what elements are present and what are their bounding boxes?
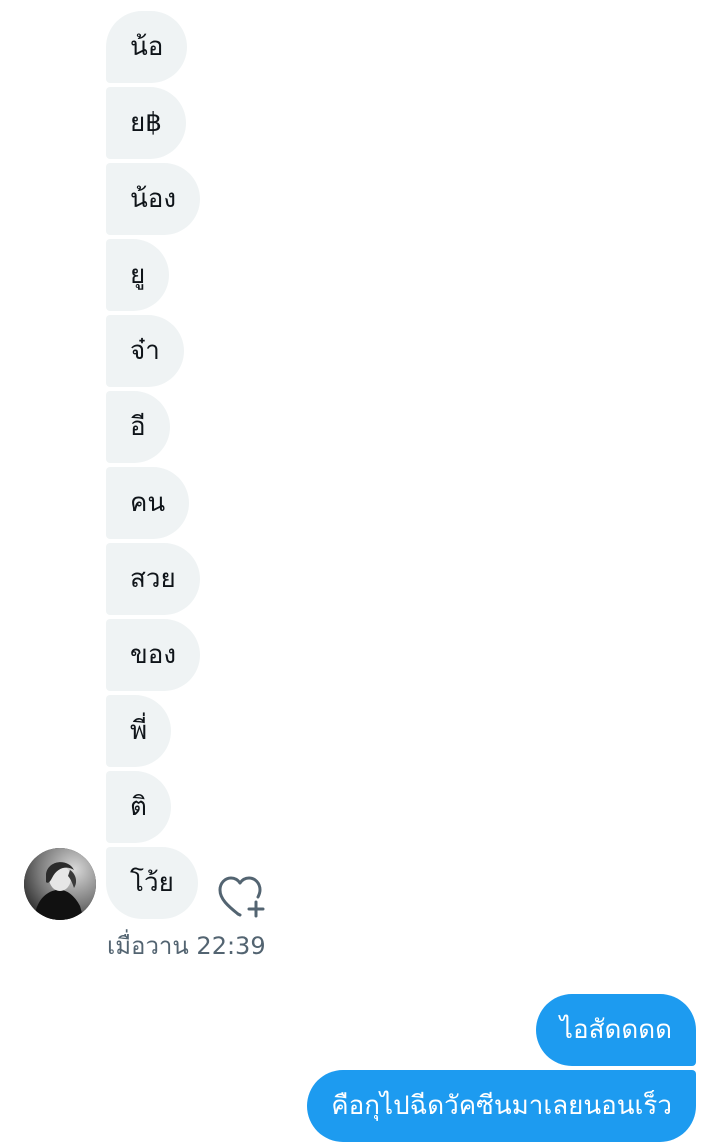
incoming-message-bubble[interactable]: พี่	[106, 695, 172, 767]
dm-conversation: น้อ ย฿ น้อง ยู จ๋า อี คน สวย ของ พี่ ติ …	[0, 0, 720, 1143]
incoming-message-bubble[interactable]: คน	[106, 467, 190, 539]
message-timestamp: เมื่อวาน 22:39	[107, 932, 266, 960]
add-reaction-button[interactable]	[216, 872, 268, 920]
outgoing-message-group: ไอสัดดดด คือกุไปฉีดวัคซีนมาเลยนอนเร็ว	[307, 994, 696, 1146]
outgoing-message-bubble[interactable]: คือกุไปฉีดวัคซีนมาเลยนอนเร็ว	[307, 1070, 696, 1142]
incoming-message-bubble[interactable]: น้อง	[106, 163, 201, 235]
incoming-message-bubble[interactable]: โว้ย	[106, 847, 198, 919]
incoming-message-bubble[interactable]: ยู	[106, 239, 170, 311]
incoming-message-bubble[interactable]: จ๋า	[106, 315, 184, 387]
incoming-message-bubble[interactable]: ของ	[106, 619, 201, 691]
incoming-message-bubble[interactable]: ย฿	[106, 87, 186, 159]
incoming-message-bubble[interactable]: อี	[106, 391, 170, 463]
incoming-message-group: น้อ ย฿ น้อง ยู จ๋า อี คน สวย ของ พี่ ติ …	[106, 11, 506, 923]
incoming-message-bubble[interactable]: ติ	[106, 771, 171, 843]
incoming-message-bubble[interactable]: สวย	[106, 543, 200, 615]
outgoing-message-bubble[interactable]: ไอสัดดดด	[535, 994, 696, 1066]
sender-avatar[interactable]	[24, 848, 96, 920]
heart-plus-icon	[218, 876, 265, 918]
user-avatar-icon	[24, 848, 96, 920]
incoming-message-bubble[interactable]: น้อ	[106, 11, 188, 83]
